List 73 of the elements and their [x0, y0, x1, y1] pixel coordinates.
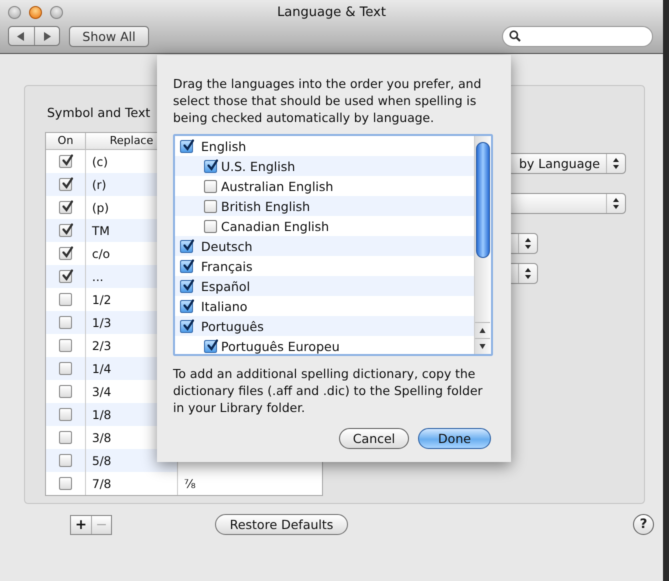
checkbox[interactable] — [59, 477, 72, 490]
close-button[interactable] — [8, 6, 21, 18]
language-name: Deutsch — [201, 238, 252, 254]
checkbox[interactable] — [204, 180, 217, 192]
checkbox[interactable] — [59, 339, 72, 352]
checkbox[interactable] — [180, 260, 193, 272]
scroll-thumb[interactable] — [476, 142, 490, 258]
window-title: Language & Text — [277, 4, 386, 20]
checkbox[interactable] — [204, 220, 217, 232]
add-button[interactable]: + — [71, 516, 91, 534]
language-name: Português — [201, 318, 264, 334]
instructions-text: Drag the languages into the order you prefer, and select those that should be used when spelling is being checked automatically by language. — [173, 76, 482, 127]
table-cell: 1/4 — [92, 362, 112, 376]
table-cell: (r) — [92, 178, 106, 192]
checkbox[interactable] — [59, 408, 72, 421]
checkbox[interactable] — [59, 201, 72, 214]
checkbox[interactable] — [180, 320, 193, 332]
checkbox[interactable] — [59, 431, 72, 444]
checkbox[interactable] — [59, 155, 72, 168]
table-cell: 2/3 — [92, 338, 112, 352]
checkbox[interactable] — [59, 293, 72, 306]
checkbox[interactable] — [59, 316, 72, 329]
table-cell: ... — [92, 270, 104, 284]
checkbox[interactable] — [204, 200, 217, 212]
checkbox[interactable] — [180, 240, 193, 252]
minimize-button[interactable] — [29, 6, 42, 18]
table-cell: c/o — [92, 246, 110, 260]
table-cell: 5/8 — [92, 454, 112, 468]
done-button[interactable]: Done — [418, 428, 491, 449]
table-cell: ⅞ — [184, 476, 196, 490]
right-triangle-icon — [42, 32, 51, 40]
checkbox[interactable] — [59, 270, 72, 283]
language-name: Português Europeu — [221, 338, 340, 354]
table-cell: (p) — [92, 200, 109, 214]
table-cell: 3/4 — [92, 384, 112, 398]
table-cell: 7/8 — [92, 476, 112, 490]
checkbox[interactable] — [59, 247, 72, 260]
table-cell: 1/3 — [92, 316, 112, 330]
scrollbar[interactable] — [474, 136, 491, 354]
language-name: British English — [221, 198, 310, 214]
column-header[interactable]: On — [46, 133, 86, 150]
checkbox[interactable] — [180, 300, 193, 312]
checkbox[interactable] — [59, 178, 72, 191]
zoom-button[interactable] — [50, 6, 63, 18]
show-all-button[interactable]: Show All — [69, 26, 149, 46]
search-field[interactable] — [502, 26, 653, 46]
checkbox[interactable] — [204, 160, 217, 172]
table-cell: (c) — [92, 154, 108, 168]
left-triangle-icon — [17, 32, 26, 40]
checkbox[interactable] — [204, 340, 217, 352]
language-name: Français — [201, 258, 253, 274]
table-cell: 1/8 — [92, 408, 112, 422]
checkbox[interactable] — [180, 140, 193, 152]
checkbox[interactable] — [59, 362, 72, 375]
section-title: Symbol and Text — [47, 105, 150, 121]
language-name: Australian English — [221, 178, 334, 194]
checkbox[interactable] — [59, 385, 72, 398]
cancel-button[interactable]: Cancel — [339, 428, 409, 449]
search-icon — [509, 30, 521, 42]
table-cell: TM — [92, 224, 110, 238]
language-name: U.S. English — [221, 158, 296, 174]
restore-defaults-button[interactable]: Restore Defaults — [215, 514, 348, 535]
language-name: Español — [201, 278, 250, 294]
dictionary-note: To add an additional spelling dictionary, copy the dictionary files (.aff and .dic) to the Spelling folder in your Library folder. — [173, 366, 484, 417]
checkbox[interactable] — [59, 224, 72, 237]
checkbox[interactable] — [59, 454, 72, 467]
language-name: Italiano — [201, 298, 248, 314]
help-button[interactable]: ? — [633, 514, 654, 535]
language-name: English — [201, 138, 246, 154]
language-name: Canadian English — [221, 218, 330, 234]
table-cell: 1/2 — [92, 292, 112, 306]
table-cell: 3/8 — [92, 430, 112, 444]
checkbox[interactable] — [180, 280, 193, 292]
